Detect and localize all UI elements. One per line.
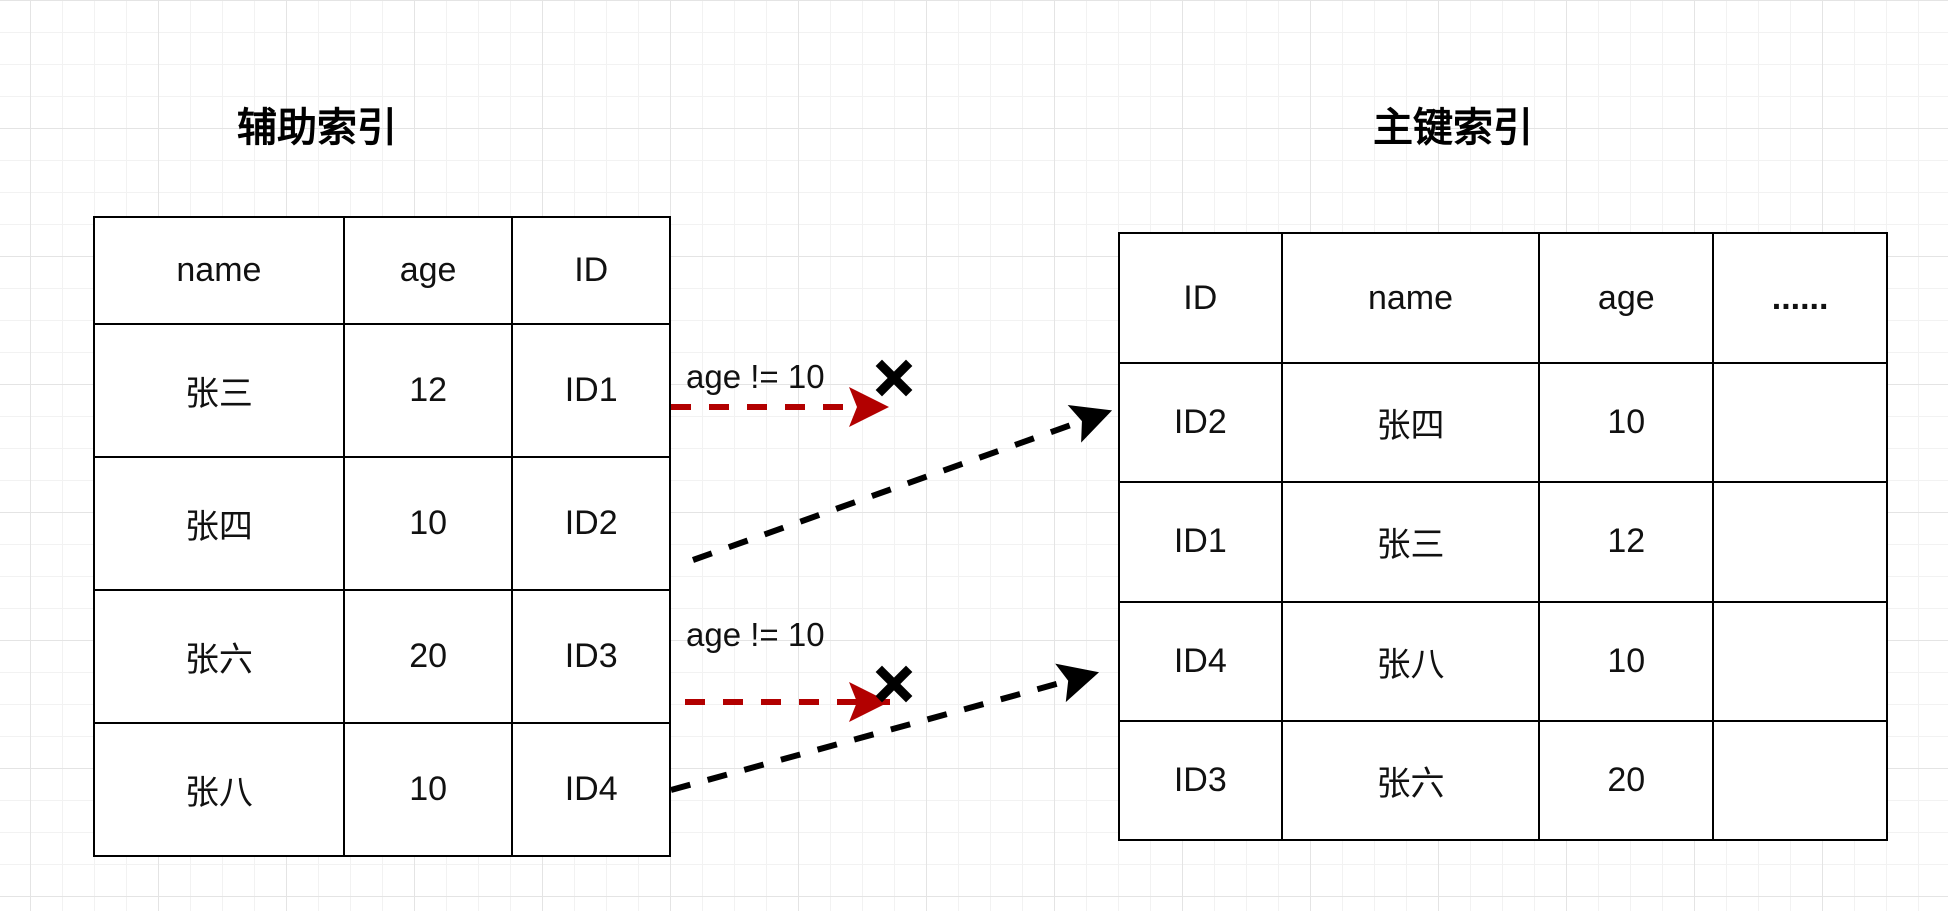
lookup-arrow-id2 xyxy=(691,404,1115,563)
reject-x-icon xyxy=(875,359,913,397)
reject-x-icon xyxy=(875,665,913,703)
diagram-canvas: 辅助索引 主键索引 name age ID 张三 12 ID1 张四 10 ID2 张六 20 ID3… xyxy=(0,0,1948,911)
arrows-layer xyxy=(670,359,1115,793)
